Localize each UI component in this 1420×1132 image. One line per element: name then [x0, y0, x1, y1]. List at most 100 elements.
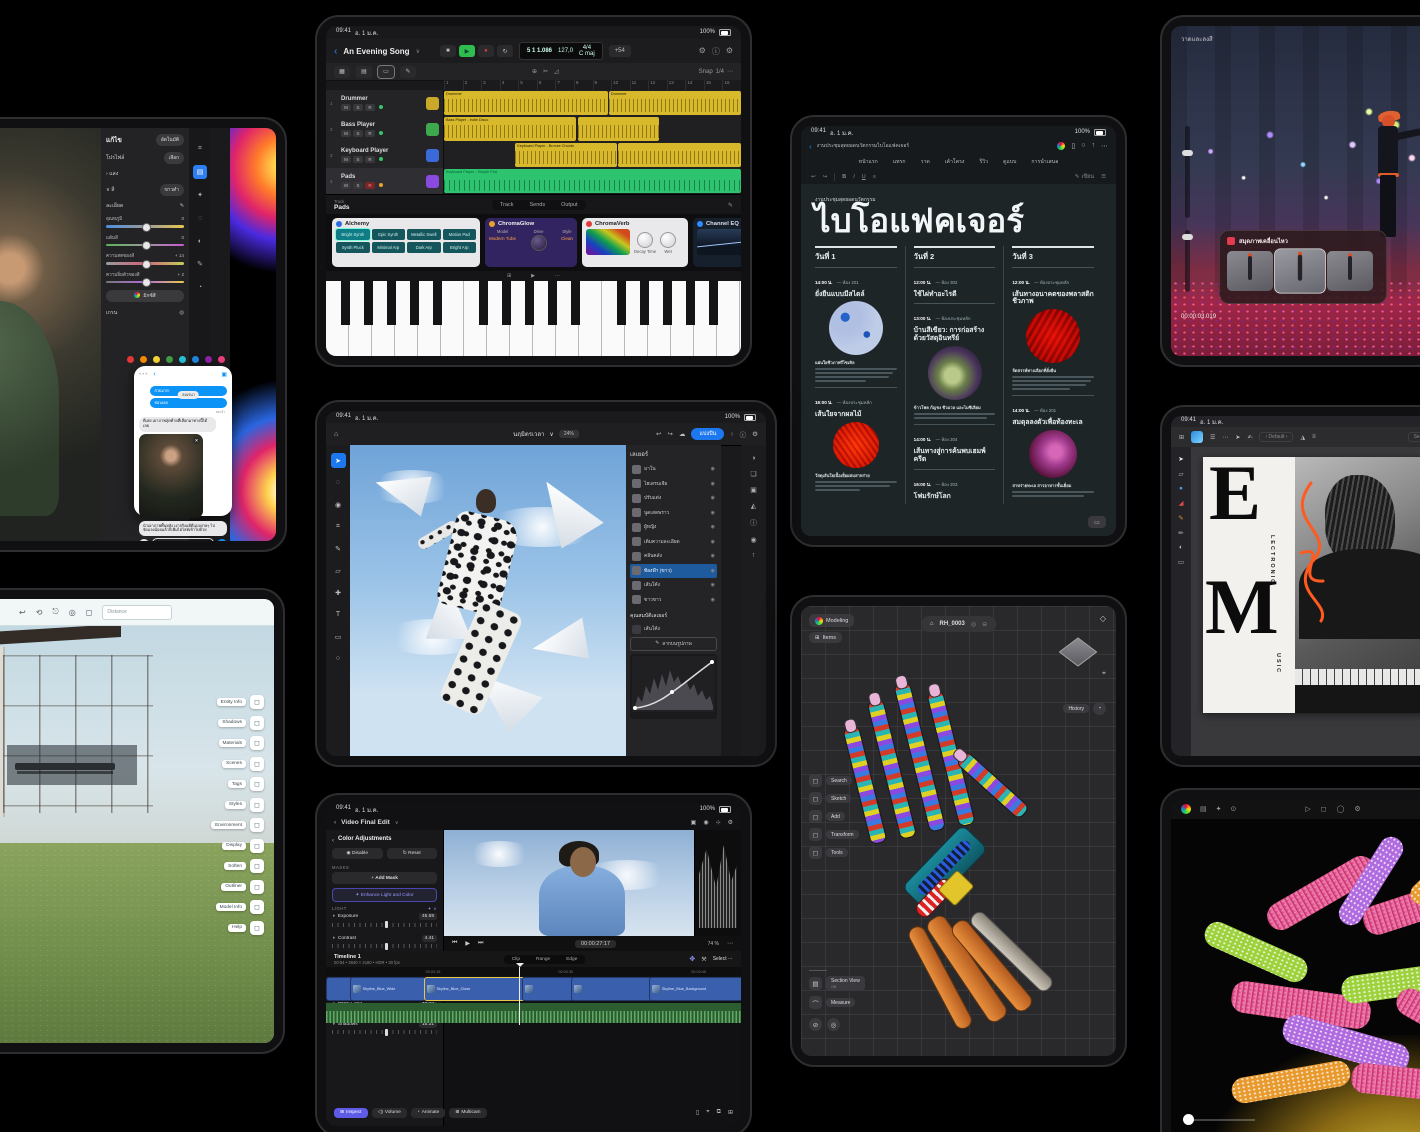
crop-icon[interactable]: ⌗ — [193, 142, 207, 156]
layer-row[interactable]: คลีนคลัง◉ — [630, 549, 717, 564]
solo-button[interactable]: S — [353, 104, 363, 111]
home-icon[interactable]: ⌂ — [334, 431, 338, 438]
reset-button[interactable]: ↻ Reset — [387, 848, 438, 859]
alchemy-preset-button[interactable]: Minimal Arp — [372, 242, 406, 253]
alchemy-preset-button[interactable]: Motion Pad — [443, 229, 477, 240]
export-icon[interactable]: ⎋ — [52, 607, 58, 617]
clip[interactable] — [326, 977, 353, 1001]
overwrite-icon[interactable]: ⧉ — [717, 1109, 721, 1116]
close-icon[interactable]: ✕ — [193, 437, 200, 444]
multicam-button[interactable]: ⊞Multicam — [449, 1108, 486, 1118]
mic-icon[interactable]: ⊹ — [716, 819, 721, 826]
panel-button[interactable]: Styles◻ — [225, 798, 264, 812]
playhead[interactable] — [519, 967, 521, 1025]
pencil-tool-icon[interactable]: ✏ — [1178, 529, 1183, 537]
comments-icon[interactable]: ◭ — [751, 502, 756, 510]
stop-icon[interactable]: ◻ — [1321, 805, 1327, 813]
export-icon[interactable]: ↑ — [752, 552, 756, 559]
color-swatch[interactable] — [153, 356, 160, 363]
visibility-icon[interactable]: ◉ — [711, 481, 715, 487]
more-icon[interactable]: ⋯ — [1101, 142, 1108, 150]
ellipse-tool-icon[interactable]: ● — [1179, 485, 1183, 492]
lasso-tool-icon[interactable]: ◌ — [331, 475, 346, 490]
isolate-button[interactable]: ◎ — [827, 1018, 840, 1031]
decay-knob[interactable] — [637, 232, 653, 248]
format-icon[interactable]: ▯ — [1071, 142, 1075, 150]
settings-icon[interactable]: ⚙ — [726, 46, 733, 57]
adjustment-slider[interactable]: ความสดของสี+ 14 — [106, 253, 184, 265]
animation-panel[interactable]: สมุดภาพเคลื่อนไหว — [1219, 230, 1387, 304]
messages-overlay[interactable]: ••• ‹ ลอเรนา ▣ สวยมาก! ชอบเลย ส่งแล้ว ดี… — [134, 366, 232, 516]
alchemy-preset-button[interactable]: Synth Pluck — [336, 242, 370, 253]
color-swatch[interactable] — [192, 356, 199, 363]
color-swatch[interactable] — [166, 356, 173, 363]
stop-button[interactable]: ■ — [440, 45, 456, 57]
panel-button[interactable]: Tags◻ — [228, 777, 264, 791]
adjustment-slider[interactable]: ◑Contrast4.41 — [332, 935, 437, 949]
layer-row[interactable]: ท้องฟ้า (ขาว)◉ — [630, 564, 717, 579]
play-icon[interactable]: ▶ — [465, 940, 470, 947]
target-icon[interactable]: ◎ — [179, 310, 184, 316]
color-mix-button[interactable]: มิกซ์สี — [106, 290, 184, 302]
wet-knob[interactable] — [660, 232, 676, 248]
export-icon[interactable]: ↑ — [730, 431, 733, 438]
brush-size-slider[interactable] — [1185, 126, 1190, 218]
redo-icon[interactable]: ↪ — [823, 174, 828, 180]
poster-page[interactable]: E LECTRONIC M USIC — [1203, 457, 1420, 713]
loop-icon[interactable]: ◯ — [1337, 805, 1345, 813]
visibility-icon[interactable]: ◉ — [711, 582, 715, 588]
record-enable-button[interactable]: R — [365, 104, 375, 111]
smudge-icon[interactable]: ⊙ — [1231, 805, 1237, 813]
visibility-icon[interactable]: ◉ — [711, 597, 715, 603]
poster-vertical-text[interactable]: USIC — [1275, 653, 1281, 674]
layer-row[interactable]: ผู้หญิง◉ — [630, 520, 717, 535]
shape-tool-icon[interactable]: ▭ — [331, 629, 346, 644]
more-icon[interactable]: ⋯ — [727, 68, 733, 75]
document-pill[interactable]: ⌂ RH_0003 ◎ ⊖ — [921, 616, 996, 632]
piano-keyboard[interactable] — [326, 281, 741, 356]
document-canvas[interactable]: งานประชุมสุดยอดนวัตกรรม ไบโอแฟคเจอร์ วัน… — [801, 184, 1116, 536]
mute-button[interactable]: M — [341, 156, 351, 163]
flip-icon[interactable]: ◮ — [1300, 434, 1305, 441]
lock-icon[interactable]: ◻ — [86, 608, 93, 617]
profile-button[interactable]: เลือก — [164, 152, 184, 164]
grid-icon[interactable]: ⊞ — [1179, 434, 1184, 441]
visibility-icon[interactable]: ◉ — [711, 524, 715, 530]
light-section[interactable]: › แสง — [106, 170, 118, 178]
count-in-badge[interactable]: +54 — [609, 45, 631, 57]
video-viewer[interactable] — [444, 830, 695, 936]
clip[interactable] — [522, 977, 574, 1001]
orbit-icon[interactable]: ◎ — [69, 608, 76, 617]
midi-region[interactable] — [578, 117, 659, 141]
photo-canvas[interactable] — [0, 128, 101, 541]
fill-tool-icon[interactable]: ◐ — [1179, 544, 1183, 551]
color-swatch[interactable] — [140, 356, 147, 363]
play-button[interactable]: ▶ — [459, 45, 475, 57]
import-icon[interactable]: ▣ — [691, 819, 697, 826]
panel-button[interactable]: Entity Info◻ — [217, 695, 264, 709]
affinity-canvas[interactable]: E LECTRONIC M USIC — [1191, 447, 1420, 756]
share-button[interactable]: แบ่งปัน — [691, 428, 724, 440]
home-icon[interactable]: ⌂ — [930, 621, 934, 627]
measure-button[interactable]: ⌒Measure — [809, 996, 865, 1009]
node-tool-icon[interactable]: ▱ — [1179, 470, 1184, 478]
select-tool-icon[interactable]: ⟲ — [36, 608, 43, 617]
panel-button[interactable]: Help◻ — [228, 921, 264, 935]
audio-region[interactable]: Drummer — [444, 91, 608, 115]
adjustment-slider[interactable]: ◑Exposure45.59 — [332, 913, 437, 927]
animation-frame[interactable] — [1327, 251, 1373, 291]
section-view-button[interactable]: ▤Section ViewOff — [809, 976, 865, 991]
snap-value[interactable]: 1/4 — [716, 69, 724, 75]
back-icon[interactable]: ‹ — [332, 838, 334, 844]
select-menu[interactable]: Select ⋯ — [713, 956, 733, 962]
audio-track[interactable] — [326, 1003, 741, 1023]
layer-row[interactable]: มาโน◉ — [630, 462, 717, 477]
color-swatch[interactable] — [205, 356, 212, 363]
adjustment-slider[interactable]: แต้มสี0 — [106, 235, 184, 247]
black-keys[interactable] — [326, 281, 741, 325]
layer-row[interactable]: ปรับแต่ง◉ — [630, 491, 717, 506]
search-icon[interactable]: ○ — [1081, 142, 1085, 150]
animate-button[interactable]: ◔Animate — [411, 1108, 446, 1118]
record-enable-button[interactable]: R — [365, 156, 375, 163]
midi-region[interactable]: Keyboard Player - Bronze Chords — [515, 143, 617, 167]
